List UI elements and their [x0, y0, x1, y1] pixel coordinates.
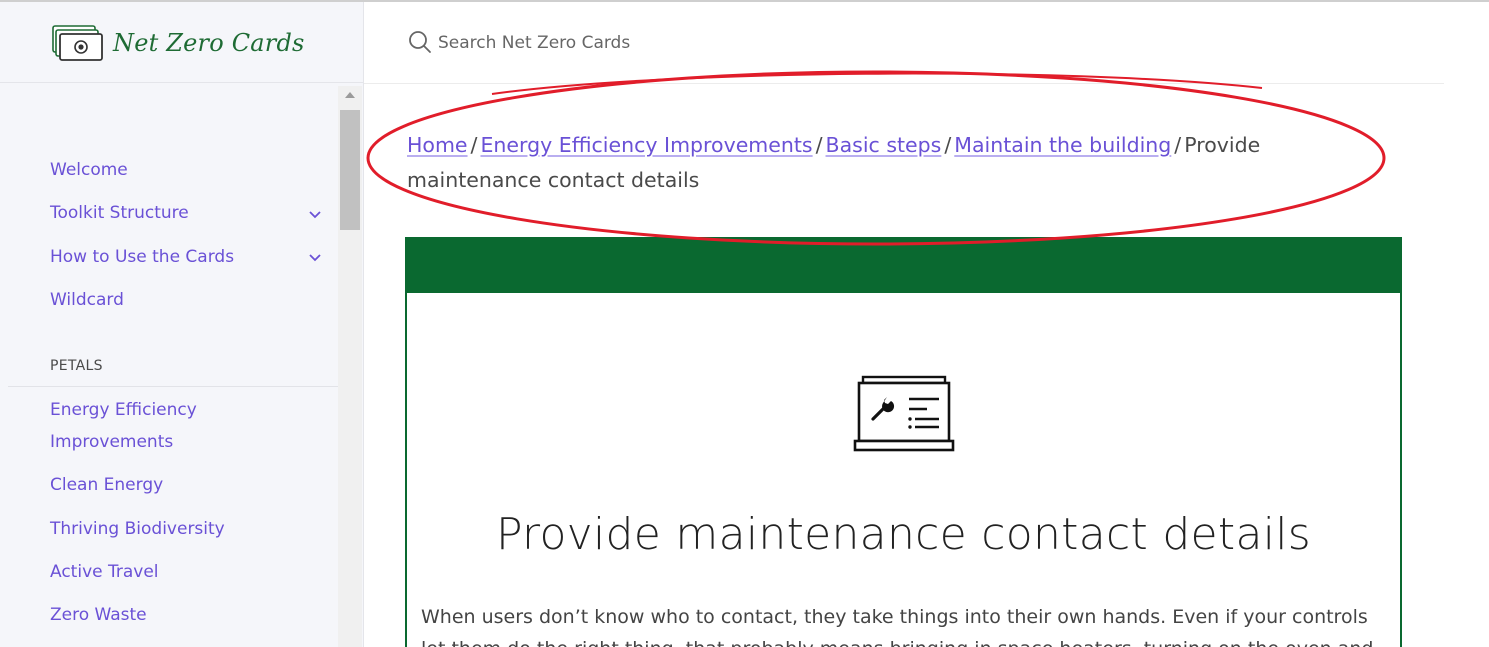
search-input[interactable]: [438, 26, 1038, 60]
brand-header[interactable]: Net Zero Cards: [0, 2, 363, 83]
sidebar-item-how-to-use[interactable]: How to Use the Cards: [50, 247, 234, 267]
breadcrumb-link-basic-steps[interactable]: Basic steps: [826, 133, 942, 157]
sidebar-scrollbar[interactable]: [338, 86, 362, 647]
card-header-band: [407, 239, 1400, 293]
breadcrumb-link-energy-efficiency[interactable]: Energy Efficiency Improvements: [480, 133, 812, 157]
search-bar: [364, 2, 1444, 84]
cards-logo-icon: [52, 25, 103, 61]
breadcrumb-link-maintain-building[interactable]: Maintain the building: [954, 133, 1171, 157]
sidebar-item-zero-waste[interactable]: Zero Waste: [50, 605, 147, 625]
divider: [8, 386, 338, 387]
sidebar-item-thriving-biodiversity[interactable]: Thriving Biodiversity: [50, 519, 225, 539]
scroll-up-arrow-icon[interactable]: [345, 92, 355, 98]
card-title: Provide maintenance contact details: [495, 509, 1312, 560]
chevron-down-icon[interactable]: [307, 249, 323, 265]
sidebar-section-label: PETALS: [50, 358, 103, 374]
search-icon: [409, 31, 431, 53]
brand-title[interactable]: Net Zero Cards: [113, 29, 305, 57]
breadcrumb-separator: /: [815, 133, 823, 157]
breadcrumb: Home / Energy Efficiency Improvements / Basi…: [407, 128, 1387, 198]
sidebar-item-active-travel[interactable]: Active Travel: [50, 562, 159, 582]
breadcrumb-separator: /: [1174, 133, 1182, 157]
sidebar-item-wildcard[interactable]: Wildcard: [50, 290, 124, 310]
breadcrumb-separator: /: [944, 133, 952, 157]
breadcrumb-separator: /: [470, 133, 478, 157]
chevron-down-icon[interactable]: [307, 206, 323, 222]
sidebar-item-clean-energy[interactable]: Clean Energy: [50, 475, 163, 495]
maintenance-panel-icon: [853, 375, 955, 452]
content-card: Provide maintenance contact details When…: [405, 237, 1402, 647]
breadcrumb-link-home[interactable]: Home: [407, 133, 468, 157]
sidebar-item-toolkit-structure[interactable]: Toolkit Structure: [50, 203, 189, 223]
scrollbar-thumb[interactable]: [340, 110, 360, 230]
sidebar-item-energy-efficiency[interactable]: Energy Efficiency Improvements: [50, 394, 250, 458]
sidebar: Net Zero Cards Welcome Toolkit Structure…: [0, 2, 364, 647]
sidebar-item-welcome[interactable]: Welcome: [50, 160, 128, 180]
card-body-text: When users don’t know who to contact, th…: [421, 606, 1373, 647]
